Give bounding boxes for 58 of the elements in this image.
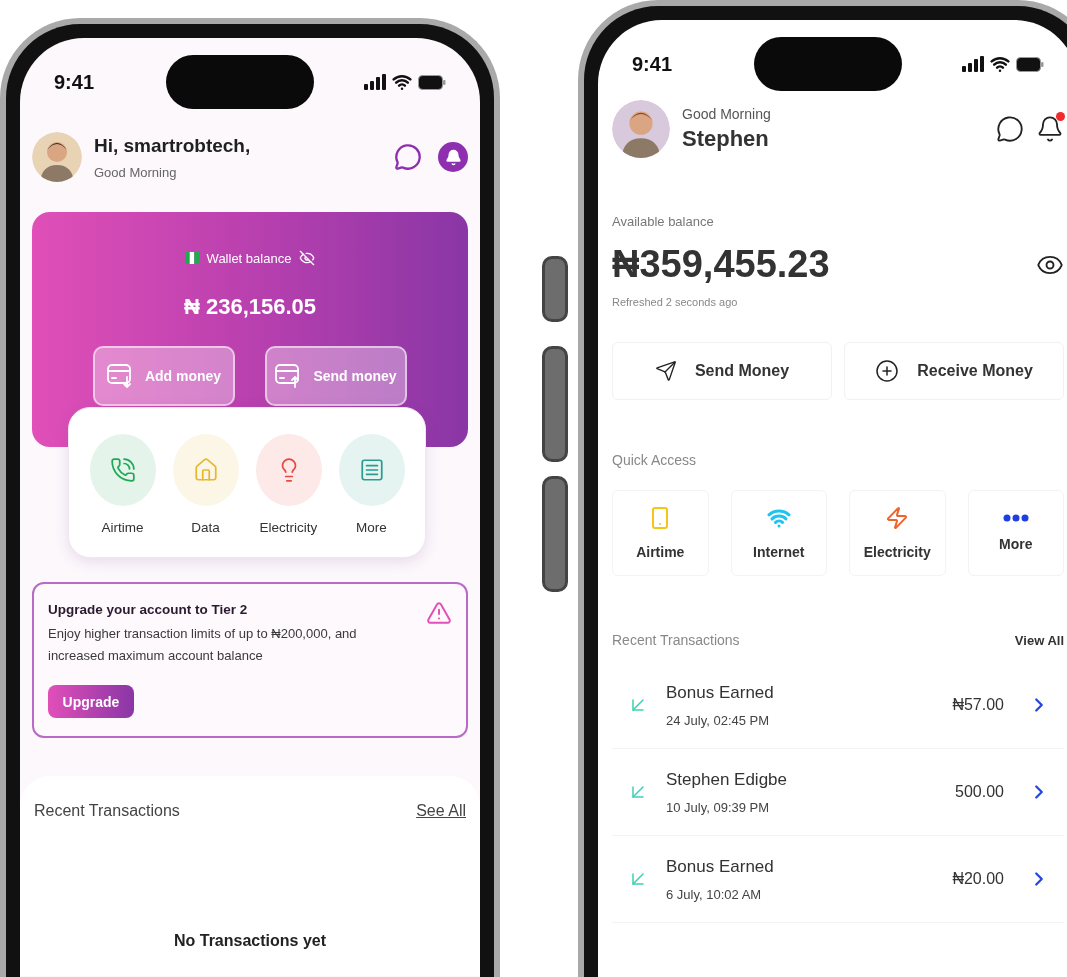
receive-money-button[interactable]: Receive Money	[844, 342, 1064, 400]
quick-access-tile[interactable]: Airtime	[612, 490, 709, 576]
quick-access-tile[interactable]: More	[967, 490, 1064, 576]
transaction-row[interactable]: Bonus Earned 6 July, 10:02 AM ₦20.00	[612, 836, 1064, 923]
warning-icon	[426, 600, 452, 626]
refreshed-note: Refreshed 2 seconds ago	[612, 296, 739, 308]
transaction-amount: ₦20.00	[952, 870, 1004, 888]
upgrade-button[interactable]: Upgrade	[48, 685, 134, 719]
banner-title: Upgrade your account to Tier 2	[48, 602, 248, 617]
service-label: More	[356, 520, 387, 535]
status-time: 9:41	[54, 70, 96, 94]
transaction-amount: 500.00	[955, 783, 1004, 801]
transaction-row[interactable]: Stephen Edigbe 10 July, 09:39 PM 500.00	[612, 749, 1064, 836]
transaction-date: 10 July, 09:39 PM	[666, 799, 771, 815]
transaction-row[interactable]: Bonus Earned 24 July, 02:45 PM ₦57.00	[612, 662, 1064, 749]
battery-icon	[1016, 56, 1044, 72]
greeting-subtitle: Good Morning	[682, 106, 772, 122]
user-name: Stephen	[682, 126, 770, 152]
section-title: Recent Transactions	[612, 632, 740, 648]
banner-text: Enjoy higher transaction limits of up to ₦200,000, and increased maximum account balance	[48, 625, 358, 666]
wifi-icon	[392, 72, 412, 92]
section-title: Recent Transactions	[34, 802, 180, 821]
battery-icon	[418, 74, 446, 90]
service-label: Electricity	[259, 520, 318, 535]
avatar	[32, 132, 82, 182]
service-label: Airtime	[101, 520, 144, 535]
wallet-label: Wallet balance	[206, 250, 292, 266]
transaction-date: 24 July, 02:45 PM	[666, 712, 771, 728]
send-money-button[interactable]: Send Money	[612, 342, 832, 400]
quick-access-tile[interactable]: Electricity	[849, 490, 946, 576]
wifi-icon	[990, 54, 1010, 74]
transaction-name: Bonus Earned	[666, 856, 775, 877]
wallet-amount: ₦ 236,156.05	[183, 294, 317, 320]
signal-icon	[962, 56, 984, 72]
plus-icon	[875, 359, 900, 383]
transaction-name: Stephen Edigbe	[666, 769, 788, 790]
flag-icon	[184, 252, 199, 264]
balance-amount: ₦359,455.23	[612, 243, 830, 286]
transaction-amount: ₦57.00	[952, 696, 1004, 714]
signal-icon	[364, 74, 386, 90]
service-label: Data	[191, 520, 220, 535]
bell-icon[interactable]	[1036, 115, 1064, 143]
transaction-date: 6 July, 10:02 AM	[666, 886, 763, 902]
bell-icon	[444, 148, 462, 166]
quick-access-tile[interactable]: Internet	[730, 490, 827, 576]
status-time: 9:41	[632, 52, 674, 76]
eye-off-icon[interactable]	[299, 250, 316, 266]
view-all-link[interactable]: View All	[1014, 632, 1064, 648]
greeting: Hi, smartrobtech,	[94, 134, 252, 157]
greeting-subtitle: Good Morning	[94, 164, 178, 180]
see-all-link[interactable]: See All	[416, 802, 466, 821]
section-title: Quick Access	[611, 452, 698, 468]
bell-button[interactable]	[438, 142, 468, 172]
send-icon	[654, 360, 677, 382]
balance-label: Available balance	[612, 214, 715, 229]
avatar	[612, 100, 670, 158]
transaction-name: Bonus Earned	[666, 682, 775, 703]
empty-message: No Transactions yet	[172, 932, 327, 951]
